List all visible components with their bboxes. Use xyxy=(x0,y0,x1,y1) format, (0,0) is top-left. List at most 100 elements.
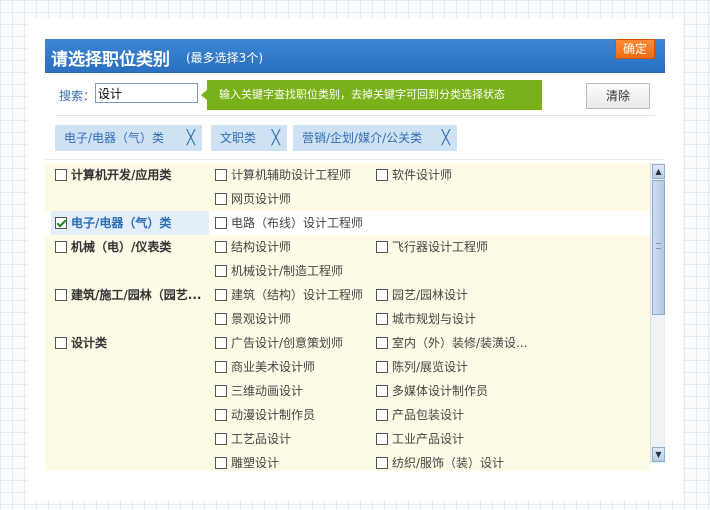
checkbox[interactable] xyxy=(376,433,388,445)
category-option-label: 机械设计/制造工程师 xyxy=(231,264,344,278)
category-option[interactable]: 景观设计师 xyxy=(215,307,373,331)
category-option[interactable]: 纺织/服饰（装）设计 xyxy=(376,451,534,471)
dialog-subtitle: (最多选择3个) xyxy=(186,51,263,65)
category-parent[interactable]: 建筑/施工/园林（园艺... xyxy=(51,283,209,307)
category-parent-label: 电子/电器（气）类 xyxy=(71,216,172,230)
checkbox[interactable] xyxy=(376,361,388,373)
checkbox[interactable] xyxy=(215,217,227,229)
category-option[interactable]: 计算机辅助设计工程师 xyxy=(215,163,373,187)
checkbox[interactable] xyxy=(55,337,67,349)
category-option-label: 动漫设计制作员 xyxy=(231,408,316,422)
checkbox[interactable] xyxy=(215,313,227,325)
category-parent[interactable]: 计算机开发/应用类 xyxy=(51,163,209,187)
checkbox[interactable] xyxy=(215,241,227,253)
category-option[interactable]: 工艺品设计 xyxy=(215,427,373,451)
checkbox[interactable] xyxy=(215,409,227,421)
checkbox[interactable] xyxy=(376,169,388,181)
list-scrollbar[interactable]: ▲ ▼ xyxy=(650,163,665,463)
checkbox[interactable] xyxy=(376,385,388,397)
category-option[interactable]: 室内（外）装修/装潢设... xyxy=(376,331,534,355)
category-option[interactable]: 工业产品设计 xyxy=(376,427,534,451)
confirm-button[interactable]: 确定 xyxy=(615,39,655,59)
category-option-label: 产品包装设计 xyxy=(392,408,465,422)
category-option[interactable]: 软件设计师 xyxy=(376,163,534,187)
category-parent[interactable]: 电子/电器（气）类 xyxy=(51,211,209,235)
category-option-label: 建筑（结构）设计工程师 xyxy=(231,288,364,302)
checkbox[interactable] xyxy=(55,241,67,253)
checked-checkbox[interactable] xyxy=(55,217,67,229)
category-option[interactable]: 产品包装设计 xyxy=(376,403,534,427)
scroll-up-icon[interactable]: ▲ xyxy=(652,164,665,179)
category-option-label: 纺织/服饰（装）设计 xyxy=(392,456,505,470)
remove-tag-icon[interactable]: ╳ xyxy=(442,125,450,151)
category-option[interactable]: 商业美术设计师 xyxy=(215,355,373,379)
clear-button[interactable]: 清除 xyxy=(586,83,650,109)
category-list: 计算机开发/应用类 计算机辅助设计工程师 软件设计师网页设计师电子/电器（气）类 电路… xyxy=(45,163,650,471)
category-option-label: 计算机辅助设计工程师 xyxy=(231,168,352,182)
category-option[interactable]: 广告设计/创意策划师 xyxy=(215,331,373,355)
category-group: 建筑/施工/园林（园艺... 建筑（结构）设计工程师 园艺/园林设计景观设计师 城市规… xyxy=(45,283,650,331)
category-option[interactable]: 建筑（结构）设计工程师 xyxy=(215,283,373,307)
category-option[interactable]: 电路（布线）设计工程师 xyxy=(215,211,373,235)
checkbox[interactable] xyxy=(215,289,227,301)
category-option-label: 工艺品设计 xyxy=(231,432,292,446)
category-option-label: 雕塑设计 xyxy=(231,456,280,470)
divider xyxy=(45,159,665,160)
checkbox[interactable] xyxy=(215,385,227,397)
category-group: 设计类 广告设计/创意策划师 室内（外）装修/装潢设... 商业美术设计师 陈列/展览设… xyxy=(45,331,650,471)
divider xyxy=(55,115,655,116)
category-option[interactable]: 陈列/展览设计 xyxy=(376,355,534,379)
category-option[interactable]: 三维动画设计 xyxy=(215,379,373,403)
category-option[interactable]: 城市规划与设计 xyxy=(376,307,534,331)
scroll-down-icon[interactable]: ▼ xyxy=(652,447,665,462)
category-option-label: 陈列/展览设计 xyxy=(392,360,469,374)
search-row: 搜索： 输入关键字查找职位类别，去掉关键字可回到分类选择状态 清除 xyxy=(45,73,665,117)
checkbox[interactable] xyxy=(215,361,227,373)
scroll-thumb[interactable] xyxy=(652,180,665,315)
category-parent[interactable]: 设计类 xyxy=(51,331,209,355)
category-option-label: 城市规划与设计 xyxy=(392,312,477,326)
checkbox[interactable] xyxy=(55,169,67,181)
checkbox[interactable] xyxy=(55,289,67,301)
tag-label: 营销/企划/媒介/公关类 xyxy=(302,131,423,145)
checkbox[interactable] xyxy=(376,337,388,349)
category-option[interactable]: 机械设计/制造工程师 xyxy=(215,259,373,283)
checkbox[interactable] xyxy=(215,169,227,181)
category-group: 计算机开发/应用类 计算机辅助设计工程师 软件设计师网页设计师 xyxy=(45,163,650,211)
checkbox[interactable] xyxy=(376,241,388,253)
category-option[interactable]: 网页设计师 xyxy=(215,187,373,211)
category-option-label: 结构设计师 xyxy=(231,240,292,254)
category-option-label: 景观设计师 xyxy=(231,312,292,326)
checkbox[interactable] xyxy=(215,457,227,469)
category-option[interactable]: 多媒体设计制作员 xyxy=(376,379,534,403)
checkbox[interactable] xyxy=(376,457,388,469)
category-option[interactable]: 动漫设计制作员 xyxy=(215,403,373,427)
category-option-label: 多媒体设计制作员 xyxy=(392,384,489,398)
search-label: 搜索： xyxy=(59,89,96,103)
dialog-titlebar: 请选择职位类别 (最多选择3个) 确定 xyxy=(45,39,665,73)
category-option-label: 飞行器设计工程师 xyxy=(392,240,489,254)
category-option[interactable]: 雕塑设计 xyxy=(215,451,373,471)
remove-tag-icon[interactable]: ╳ xyxy=(187,125,195,151)
checkbox[interactable] xyxy=(215,265,227,277)
checkbox[interactable] xyxy=(376,313,388,325)
category-parent-label: 设计类 xyxy=(71,336,108,350)
checkbox[interactable] xyxy=(376,289,388,301)
search-input[interactable] xyxy=(95,83,198,103)
category-option-label: 电路（布线）设计工程师 xyxy=(231,216,364,230)
checkbox[interactable] xyxy=(215,433,227,445)
checkbox[interactable] xyxy=(215,337,227,349)
job-category-dialog: 请选择职位类别 (最多选择3个) 确定 搜索： 输入关键字查找职位类别，去掉关键… xyxy=(45,39,665,471)
category-group: 机械（电）/仪表类 结构设计师 飞行器设计工程师机械设计/制造工程师 xyxy=(45,235,650,283)
checkbox[interactable] xyxy=(376,409,388,421)
category-parent[interactable]: 机械（电）/仪表类 xyxy=(51,235,209,259)
selected-tag: 营销/企划/媒介/公关类 ╳ xyxy=(293,125,457,151)
remove-tag-icon[interactable]: ╳ xyxy=(272,125,280,151)
category-option[interactable]: 飞行器设计工程师 xyxy=(376,235,534,259)
category-option[interactable]: 结构设计师 xyxy=(215,235,373,259)
tag-label: 电子/电器（气）类 xyxy=(64,131,165,145)
category-option-label: 商业美术设计师 xyxy=(231,360,316,374)
category-option[interactable]: 园艺/园林设计 xyxy=(376,283,534,307)
category-option-label: 网页设计师 xyxy=(231,192,292,206)
checkbox[interactable] xyxy=(215,193,227,205)
